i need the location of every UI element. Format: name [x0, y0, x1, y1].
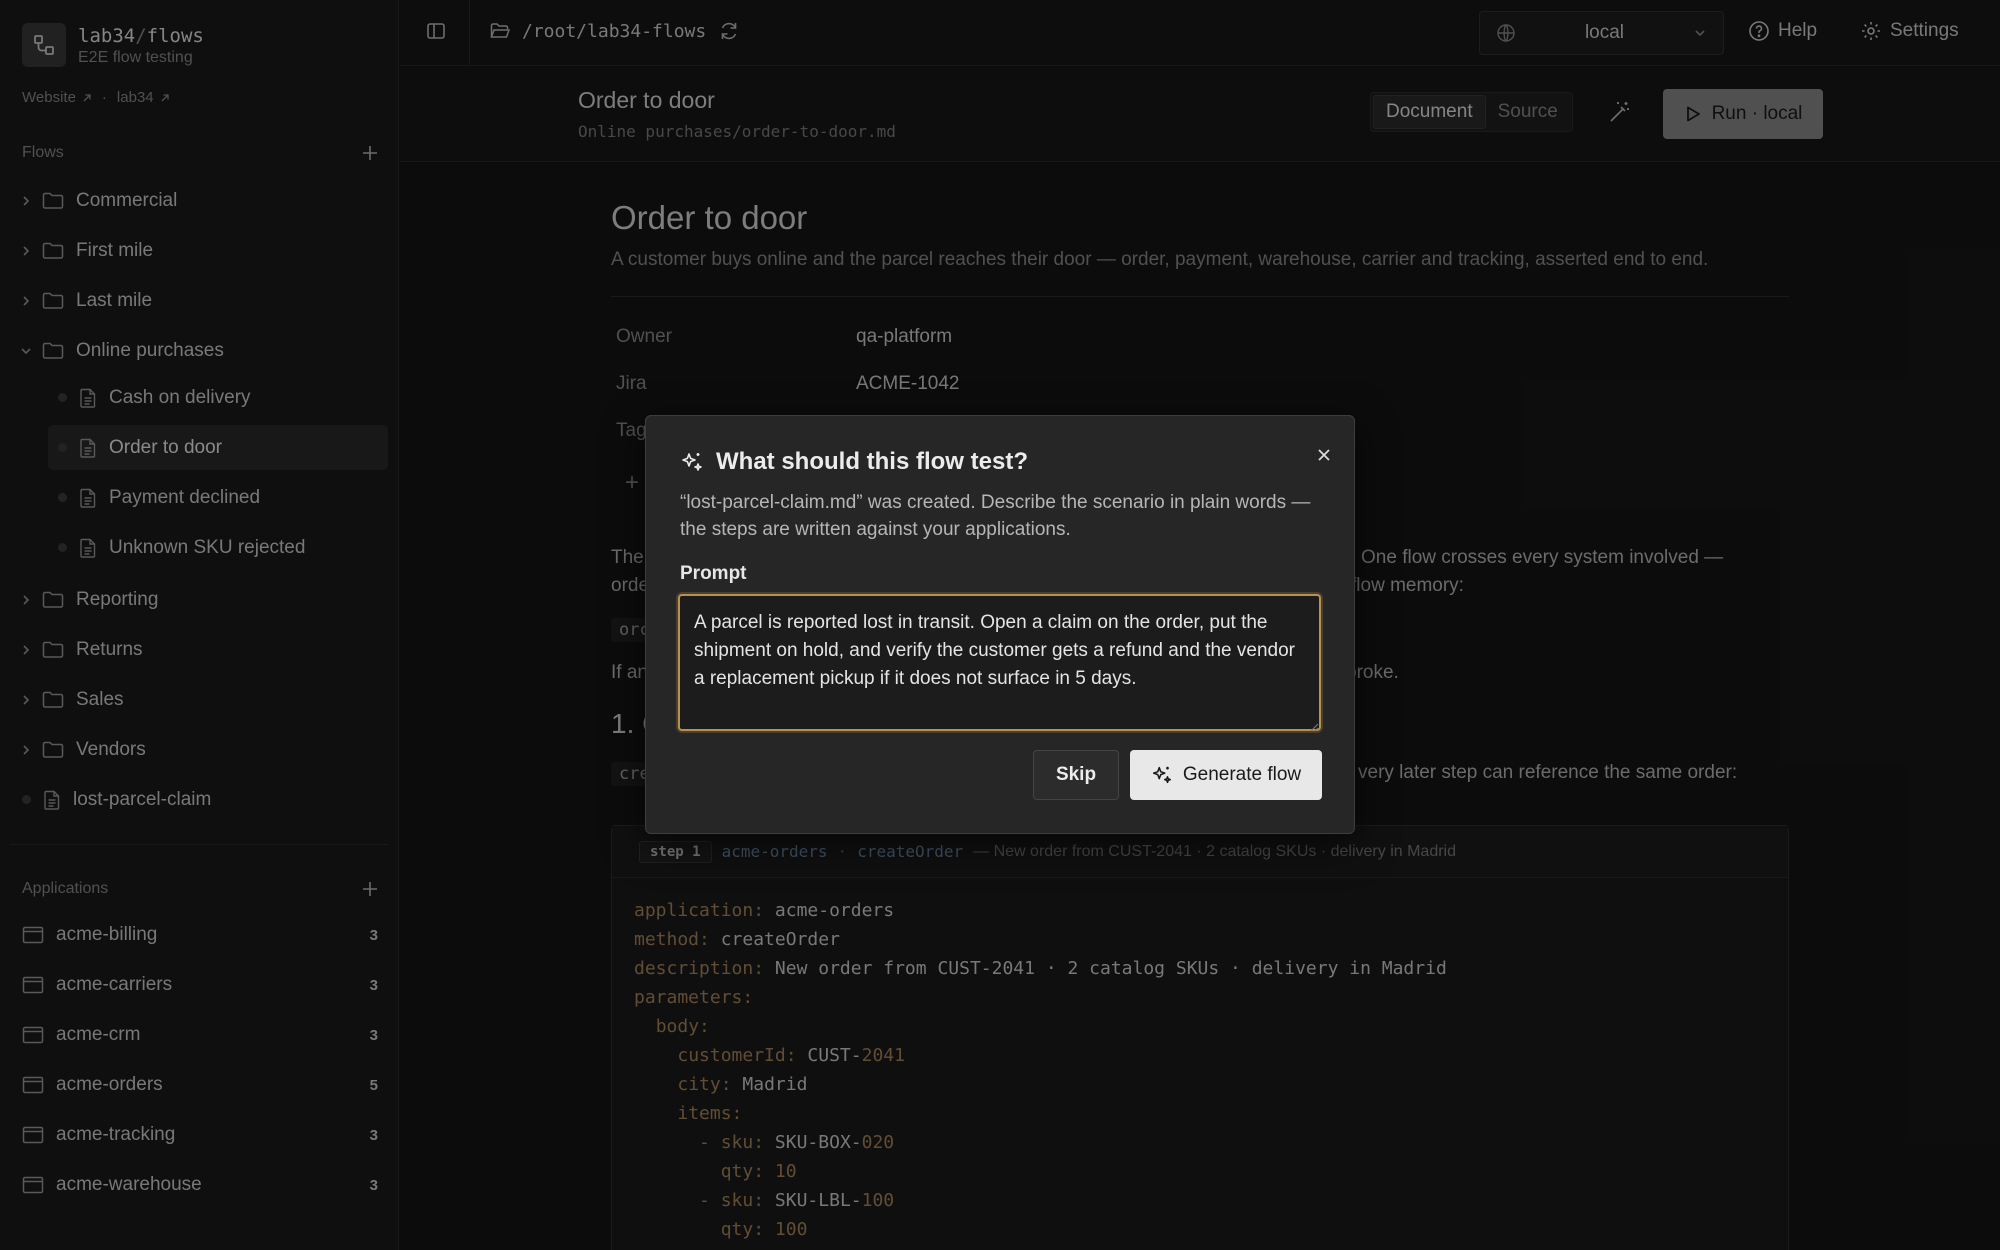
dialog-description: “lost-parcel-claim.md” was created. Desc…: [680, 492, 1311, 540]
close-icon[interactable]: [1312, 443, 1336, 467]
dialog-title-text: What should this flow test?: [716, 448, 1028, 475]
resize-grip-icon[interactable]: [1309, 719, 1319, 737]
generate-flow-button[interactable]: Generate flow: [1130, 750, 1322, 800]
generate-flow-dialog: What should this flow test? “lost-parcel…: [645, 415, 1355, 834]
prompt-label: Prompt: [680, 563, 747, 584]
sparkles-icon: [682, 453, 702, 471]
dialog-title: What should this flow test?: [680, 448, 1028, 476]
generate-flow-label: Generate flow: [1182, 764, 1302, 785]
prompt-textarea[interactable]: A parcel is reported lost in transit. Op…: [678, 594, 1321, 731]
sparkles-icon: [1152, 766, 1171, 784]
skip-button[interactable]: Skip: [1033, 750, 1119, 800]
